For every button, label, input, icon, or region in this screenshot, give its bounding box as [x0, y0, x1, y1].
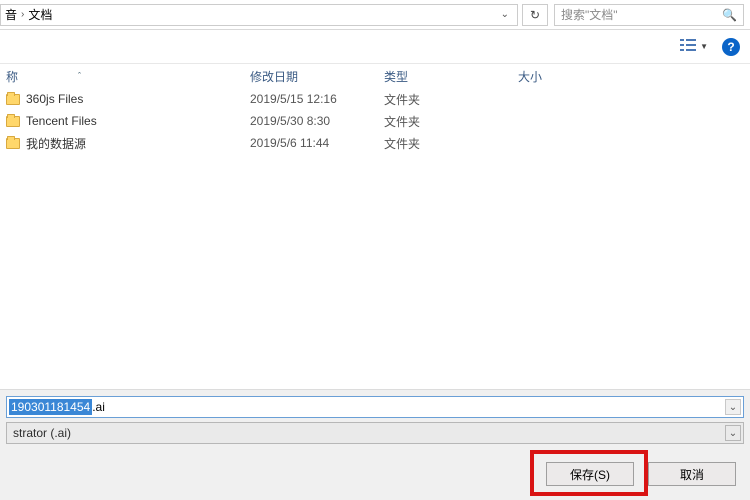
toolbar-row: ▼ ?: [0, 30, 750, 64]
column-type[interactable]: 类型: [384, 68, 518, 85]
file-date: 2019/5/30 8:30: [250, 114, 384, 128]
file-date: 2019/5/15 12:16: [250, 92, 384, 106]
search-input[interactable]: 搜索"文档" 🔍: [554, 4, 744, 26]
file-list: 360js Files 2019/5/15 12:16 文件夹 Tencent …: [0, 88, 750, 154]
chevron-down-icon[interactable]: ⌄: [497, 9, 513, 20]
file-browser: 称 ˆ 修改日期 类型 大小 360js Files 2019/5/15 12:…: [0, 64, 750, 406]
breadcrumb-segment-current[interactable]: 文档: [28, 6, 52, 23]
file-type: 文件夹: [384, 135, 518, 152]
column-size[interactable]: 大小: [518, 68, 638, 85]
filetype-select[interactable]: strator (.ai) ⌄: [6, 422, 744, 444]
file-type: 文件夹: [384, 113, 518, 130]
folder-icon: [6, 138, 20, 149]
file-name: 我的数据源: [26, 135, 86, 152]
chevron-down-icon[interactable]: ⌄: [725, 399, 741, 415]
filename-extension: .ai: [92, 399, 105, 415]
cancel-button[interactable]: 取消: [648, 462, 736, 486]
file-type: 文件夹: [384, 91, 518, 108]
help-icon: ?: [727, 40, 734, 54]
help-button[interactable]: ?: [722, 38, 740, 56]
table-row[interactable]: 我的数据源 2019/5/6 11:44 文件夹: [0, 132, 750, 154]
filename-selected-text: 190301181454: [9, 399, 92, 415]
dialog-buttons: 保存(S) 取消: [0, 446, 750, 500]
table-row[interactable]: 360js Files 2019/5/15 12:16 文件夹: [0, 88, 750, 110]
triangle-down-icon: ▼: [700, 42, 708, 51]
refresh-button[interactable]: ↻: [522, 4, 548, 26]
save-button[interactable]: 保存(S): [546, 462, 634, 486]
save-panel: 190301181454.ai ⌄ strator (.ai) ⌄ 保存(S) …: [0, 389, 750, 500]
chevron-right-icon: ›: [21, 9, 24, 20]
search-placeholder: 搜索"文档": [561, 6, 618, 23]
sort-asc-icon: ˆ: [78, 71, 81, 81]
file-name: Tencent Files: [26, 114, 97, 128]
address-bar-row: 音 › 文档 ⌄ ↻ 搜索"文档" 🔍: [0, 0, 750, 30]
view-mode-button[interactable]: ▼: [676, 37, 712, 56]
file-name: 360js Files: [26, 92, 83, 106]
folder-icon: [6, 116, 20, 127]
chevron-down-icon[interactable]: ⌄: [725, 425, 741, 441]
column-name[interactable]: 称 ˆ: [6, 68, 250, 85]
view-list-icon: [680, 39, 696, 54]
search-icon: 🔍: [722, 8, 737, 22]
folder-icon: [6, 94, 20, 105]
breadcrumb-segment: 音: [5, 6, 17, 23]
filetype-value: strator (.ai): [13, 426, 71, 440]
column-headers: 称 ˆ 修改日期 类型 大小: [0, 64, 750, 88]
refresh-icon: ↻: [530, 8, 540, 22]
table-row[interactable]: Tencent Files 2019/5/30 8:30 文件夹: [0, 110, 750, 132]
breadcrumb-path[interactable]: 音 › 文档 ⌄: [0, 4, 518, 26]
filename-input[interactable]: 190301181454.ai ⌄: [6, 396, 744, 418]
file-date: 2019/5/6 11:44: [250, 136, 384, 150]
column-date[interactable]: 修改日期: [250, 68, 384, 85]
